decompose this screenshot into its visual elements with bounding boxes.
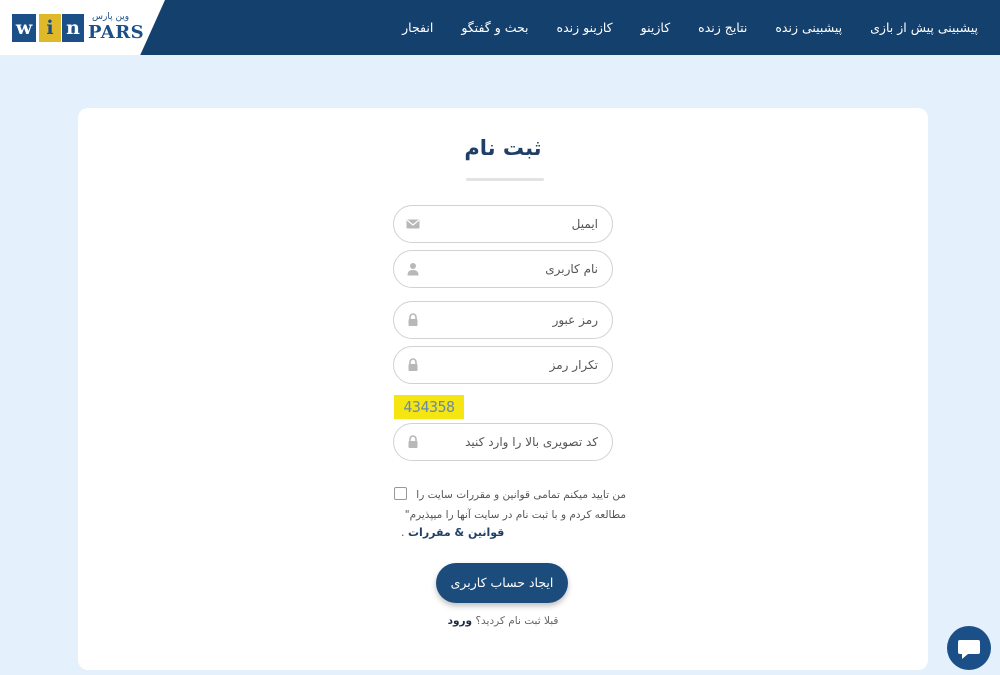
user-icon (407, 263, 419, 276)
captcha-field-wrapper (393, 423, 613, 461)
logo-letter-i: i (39, 14, 61, 42)
nav-casino[interactable]: کازینو (627, 20, 685, 35)
page-title: ثبت نام (464, 136, 542, 160)
login-prompt-text: قبلا ثبت نام کردید؟ (475, 615, 559, 627)
password-repeat-field[interactable] (412, 347, 612, 383)
main-nav: پیشبینی پیش از بازی پیشبینی زنده نتایج ز… (388, 0, 992, 55)
nav-live-betting[interactable]: پیشبینی زنده (761, 20, 856, 35)
top-navbar: w i n وین پارس PARS پیشبینی پیش از بازی … (0, 0, 1000, 55)
username-field-wrapper (393, 250, 613, 288)
registration-card: ثبت نام 434358 (78, 108, 928, 670)
login-prompt-row: قبلا ثبت نام کردید؟ ورود (78, 615, 928, 627)
nav-discussion[interactable]: بحث و گفتگو (447, 20, 542, 35)
captcha-field[interactable] (412, 424, 612, 460)
logo-letter-n: n (62, 14, 84, 42)
terms-link[interactable]: قوانین & مقررات (408, 526, 504, 539)
email-field[interactable] (412, 206, 612, 242)
captcha-image: 434358 (394, 395, 464, 419)
terms-text: من تایید میکنم تمامی قوانین و مقررات سای… (404, 489, 626, 521)
lock-icon (408, 358, 418, 371)
terms-period: . (401, 526, 405, 539)
create-account-button[interactable]: ایجاد حساب کاربری (436, 563, 568, 603)
lock-icon (408, 313, 418, 326)
password-field-wrapper (393, 301, 613, 339)
nav-crash[interactable]: انفجار (388, 20, 447, 35)
password-field[interactable] (412, 302, 612, 338)
logo-subtitle: وین پارس (92, 12, 130, 22)
nav-prematch-betting[interactable]: پیشبینی پیش از بازی (856, 20, 992, 35)
logo-pars: PARS (88, 22, 145, 43)
logo-letter-w: w (12, 14, 36, 42)
chat-button[interactable] (947, 626, 991, 670)
login-link[interactable]: ورود (448, 615, 473, 627)
password-repeat-field-wrapper (393, 346, 613, 384)
username-field[interactable] (412, 251, 612, 287)
nav-live-casino[interactable]: کازینو زنده (543, 20, 627, 35)
chat-bubble-icon (958, 640, 980, 659)
site-logo[interactable]: w i n وین پارس PARS (0, 0, 165, 55)
email-field-wrapper (393, 205, 613, 243)
envelope-icon (406, 219, 420, 229)
nav-live-results[interactable]: نتایج زنده (684, 20, 761, 35)
lock-icon (408, 435, 418, 448)
title-divider (466, 178, 544, 181)
